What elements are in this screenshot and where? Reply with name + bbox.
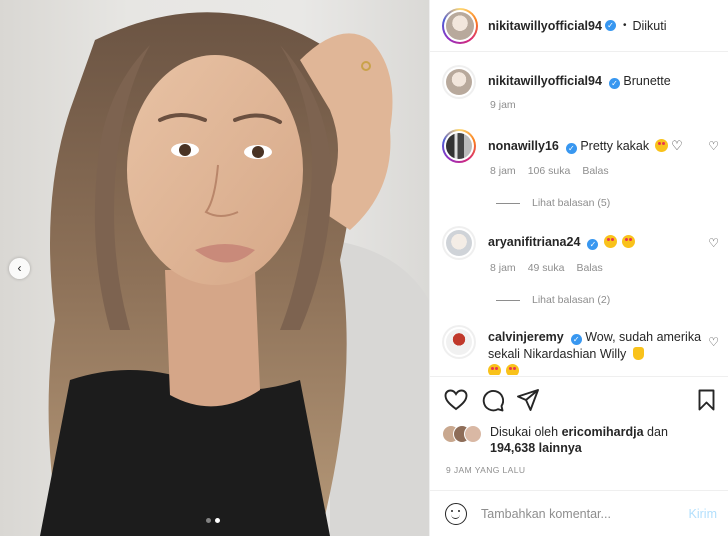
commenter-username[interactable]: aryanifitriana24	[488, 235, 580, 249]
commenter-username[interactable]: nonawilly16	[488, 139, 559, 153]
commenter-avatar[interactable]	[442, 226, 476, 260]
comment-meta: 8 jam 49 suka Balas	[490, 262, 603, 274]
separator-dot: •	[622, 20, 627, 31]
post-timestamp[interactable]: 9 JAM YANG LALU	[446, 465, 525, 475]
comment-like-heart-icon[interactable]: ♡	[708, 139, 719, 153]
comment-meta: 8 jam 106 suka Balas	[490, 165, 609, 177]
action-bar	[430, 376, 728, 424]
author-avatar[interactable]	[442, 7, 478, 44]
comment-text: Pretty kakak	[580, 139, 650, 153]
caption-row: nikitawillyofficial94 ✓ Brunette	[442, 65, 708, 99]
view-replies-button[interactable]: Lihat balasan (2)	[496, 294, 610, 306]
divider-line	[496, 202, 520, 204]
comment-likes[interactable]: 49 suka	[528, 262, 565, 274]
share-icon[interactable]	[517, 389, 539, 411]
carousel-dot	[206, 518, 211, 523]
comment-time: 8 jam	[490, 262, 516, 274]
verified-icon: ✓	[570, 334, 582, 345]
heart-eyes-emoji-icon	[603, 235, 617, 248]
author-avatar[interactable]	[442, 65, 476, 99]
author-username[interactable]: nikitawillyofficial94	[488, 19, 602, 33]
comment-input[interactable]	[481, 506, 681, 521]
comments-list[interactable]: nikitawillyofficial94 ✓ Brunette 9 jam no…	[430, 53, 728, 375]
post-header: nikitawillyofficial94 ✓ • Diikuti	[430, 0, 728, 52]
add-comment-bar: Kirim	[430, 490, 728, 536]
smiling-emoji-icon	[506, 364, 520, 375]
divider-line	[496, 299, 520, 301]
carousel-indicator	[206, 518, 220, 523]
reply-button[interactable]: Balas	[576, 262, 602, 274]
follow-status-button[interactable]: Diikuti	[632, 19, 666, 33]
caption-text: Brunette	[623, 74, 671, 88]
commenter-avatar[interactable]	[442, 325, 476, 359]
likes-text: Disukai oleh ericomihardja dan 194,638 l…	[490, 424, 720, 456]
portrait-illustration	[40, 12, 429, 536]
comment-row: calvinjeremy ✓ Wow, sudah amerika sekali …	[442, 325, 708, 375]
commenter-username[interactable]: calvinjeremy	[488, 330, 564, 344]
comment-time: 8 jam	[490, 165, 516, 177]
reply-button[interactable]: Balas	[582, 165, 608, 177]
comment-like-heart-icon[interactable]: ♡	[708, 335, 719, 349]
view-replies-label: Lihat balasan (2)	[532, 294, 611, 306]
liker-avatars	[442, 425, 482, 445]
carousel-dot-active	[215, 518, 220, 523]
view-replies-button[interactable]: Lihat balasan (5)	[496, 197, 610, 209]
comment-icon[interactable]	[481, 389, 504, 412]
bookmark-icon[interactable]	[698, 389, 715, 411]
verified-icon: ✓	[587, 239, 599, 250]
carousel-prev-button[interactable]: ‹	[9, 258, 30, 279]
smiling-emoji-icon	[488, 364, 501, 375]
smiley-icon[interactable]	[445, 502, 467, 525]
likes-summary: Disukai oleh ericomihardja dan 194,638 l…	[442, 424, 720, 456]
verified-icon: ✓	[565, 143, 577, 154]
post-photo[interactable]: ‹	[0, 0, 429, 536]
white-heart-emoji-icon: ♡	[671, 138, 683, 153]
caption-time: 9 jam	[490, 99, 516, 111]
heart-icon[interactable]	[444, 389, 468, 411]
commenter-avatar[interactable]	[442, 129, 476, 163]
liker-username[interactable]: ericomihardja	[562, 425, 644, 439]
comment-row: aryanifitriana24 ✓	[442, 226, 708, 260]
comment-row: nonawilly16 ✓ Pretty kakak ♡	[442, 129, 708, 163]
likes-conjunction: dan	[647, 425, 668, 439]
liker-avatar	[464, 425, 482, 443]
verified-icon: ✓	[608, 78, 620, 89]
heart-eyes-emoji-icon	[654, 139, 668, 152]
comment-likes[interactable]: 106 suka	[528, 165, 571, 177]
post-side-panel: nikitawillyofficial94 ✓ • Diikuti nikita…	[429, 0, 728, 536]
view-replies-label: Lihat balasan (5)	[532, 197, 611, 209]
raised-hand-emoji-icon	[632, 347, 644, 360]
likes-count[interactable]: 194,638 lainnya	[490, 441, 582, 455]
verified-icon: ✓	[604, 20, 616, 31]
comment-like-heart-icon[interactable]: ♡	[708, 236, 719, 250]
caption-meta: 9 jam	[490, 99, 516, 111]
post-comment-button[interactable]: Kirim	[689, 507, 717, 521]
likes-prefix: Disukai oleh	[490, 425, 559, 439]
heart-eyes-emoji-icon	[622, 235, 636, 248]
chevron-left-icon: ‹	[17, 261, 22, 275]
caption-username[interactable]: nikitawillyofficial94	[488, 74, 602, 88]
